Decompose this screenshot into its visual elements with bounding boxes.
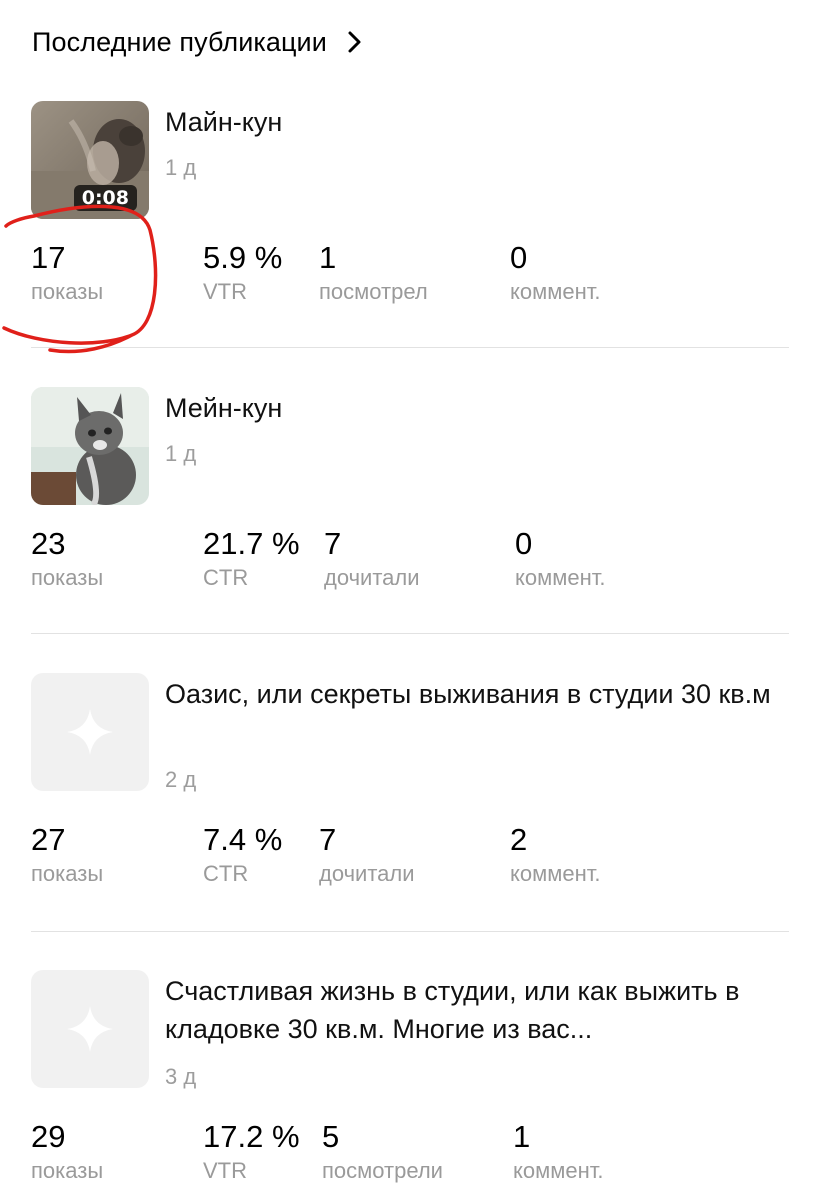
post-card[interactable]: 0:08 Майн-кун 1 д 17 показы 5.9 % VTR 1 … [0, 101, 820, 351]
stat-value: 7 [324, 526, 342, 561]
post-title[interactable]: Мейн-кун [165, 389, 785, 427]
section-header[interactable]: Последние публикации [32, 22, 365, 62]
stat-reads: 7 дочитали [319, 823, 415, 889]
divider [31, 347, 789, 348]
stat-label: коммент. [510, 861, 601, 886]
stat-rate: 5.9 % VTR [203, 241, 282, 307]
post-age: 3 д [165, 1064, 197, 1089]
stat-label: дочитали [324, 565, 420, 590]
stat-rate: 17.2 % VTR [203, 1120, 300, 1186]
stat-views: 5 посмотрели [322, 1120, 443, 1186]
post-age: 1 д [165, 441, 197, 466]
stat-value: 1 [319, 240, 337, 275]
stat-label: коммент. [515, 565, 606, 590]
kitten-image [31, 387, 149, 505]
chevron-right-icon [345, 30, 365, 54]
post-title[interactable]: Майн-кун [165, 103, 785, 141]
stat-value: 0 [515, 526, 533, 561]
stat-impressions: 29 показы [31, 1120, 103, 1186]
stat-value: 17 [31, 240, 66, 275]
post-thumbnail[interactable]: 0:08 [31, 101, 149, 219]
section-title: Последние публикации [32, 26, 327, 57]
stat-rate: 7.4 % CTR [203, 823, 282, 889]
stat-value: 0 [510, 240, 528, 275]
post-thumbnail[interactable] [31, 387, 149, 505]
stat-value: 1 [513, 1119, 531, 1154]
stat-value: 23 [31, 526, 66, 561]
stat-comments: 2 коммент. [510, 823, 601, 889]
stat-reads: 7 дочитали [324, 527, 420, 593]
video-duration-badge: 0:08 [73, 185, 137, 211]
stat-comments: 1 коммент. [513, 1120, 604, 1186]
divider [31, 633, 789, 634]
stat-impressions: 23 показы [31, 527, 103, 593]
stat-label: показы [31, 861, 104, 886]
stat-impressions: 17 показы [31, 241, 103, 307]
stat-comments: 0 коммент. [510, 241, 601, 307]
stat-value: 5 [322, 1119, 340, 1154]
stat-label: показы [31, 279, 104, 304]
sparkle-icon [67, 709, 113, 755]
stat-value: 29 [31, 1119, 66, 1154]
stat-value: 21.7 % [203, 526, 300, 561]
stat-label: коммент. [513, 1158, 604, 1183]
stat-label: дочитали [319, 861, 415, 886]
stat-impressions: 27 показы [31, 823, 103, 889]
stat-label: посмотрели [322, 1158, 443, 1183]
stat-label: VTR [203, 1158, 247, 1183]
divider [31, 931, 789, 932]
post-card[interactable]: Счастливая жизнь в студии, или как выжит… [0, 970, 820, 1200]
post-card[interactable]: Мейн-кун 1 д 23 показы 21.7 % CTR 7 дочи… [0, 387, 820, 637]
stat-comments: 0 коммент. [515, 527, 606, 593]
stat-value: 17.2 % [203, 1119, 300, 1154]
stat-label: показы [31, 1158, 104, 1183]
stat-value: 5.9 % [203, 240, 283, 275]
post-card[interactable]: Оазис, или секреты выживания в студии 30… [0, 673, 820, 933]
stat-label: VTR [203, 279, 247, 304]
post-title[interactable]: Счастливая жизнь в студии, или как выжит… [165, 972, 785, 1048]
stat-value: 7.4 % [203, 822, 283, 857]
post-age: 1 д [165, 155, 197, 180]
sparkle-icon [67, 1006, 113, 1052]
stat-label: CTR [203, 861, 249, 886]
stat-label: CTR [203, 565, 249, 590]
stat-label: коммент. [510, 279, 601, 304]
post-thumbnail[interactable] [31, 970, 149, 1088]
stat-value: 2 [510, 822, 528, 857]
stat-label: посмотрел [319, 279, 428, 304]
stat-views: 1 посмотрел [319, 241, 428, 307]
stat-value: 7 [319, 822, 337, 857]
post-thumbnail[interactable] [31, 673, 149, 791]
post-title[interactable]: Оазис, или секреты выживания в студии 30… [165, 675, 785, 713]
stat-label: показы [31, 565, 104, 590]
post-age: 2 д [165, 767, 197, 792]
stat-value: 27 [31, 822, 66, 857]
stat-rate: 21.7 % CTR [203, 527, 300, 593]
